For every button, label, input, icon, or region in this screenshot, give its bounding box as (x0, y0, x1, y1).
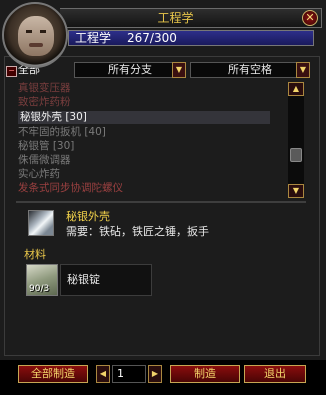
detail-requirements: 需要：铁砧，铁匠之锤，扳手 (66, 225, 209, 238)
reagent-count: 90/3 (29, 284, 50, 294)
chevron-down-icon[interactable]: ▼ (172, 62, 186, 78)
collapse-all-toggle[interactable]: − (6, 66, 17, 77)
recipe-row[interactable]: 实心炸药 (18, 168, 60, 181)
slot-value: 所有空格 (228, 63, 272, 76)
create-button[interactable]: 制造 (170, 365, 240, 383)
recipe-list: 真银变压器 致密炸药粉 秘银外壳 [30] 不牢固的扳机 [40] 秘银管 [3… (18, 82, 288, 198)
reagent-name: 秘银锭 (67, 273, 100, 286)
reagent-slot[interactable]: 90/3 秘银锭 (26, 264, 152, 296)
increment-button[interactable]: ▶ (148, 365, 162, 383)
recipe-row[interactable]: 侏儒微调器 (18, 154, 71, 167)
scroll-up-button[interactable]: ▲ (288, 82, 304, 96)
scroll-thumb[interactable] (290, 148, 302, 162)
skill-value: 267/300 (127, 31, 177, 45)
portrait-eye (26, 30, 32, 33)
recipe-row[interactable]: 真银变压器 (18, 82, 71, 95)
recipe-row[interactable]: 不牢固的扳机 [40] (18, 126, 106, 139)
portrait-face (18, 16, 54, 56)
subclass-value: 所有分支 (108, 63, 152, 76)
mithril-bar-icon[interactable]: 90/3 (26, 264, 58, 296)
exit-button[interactable]: 退出 (244, 365, 306, 383)
divider (16, 201, 306, 203)
portrait-eye (40, 30, 46, 33)
skill-rank-bar: 工程学 267/300 (68, 30, 314, 46)
create-all-button[interactable]: 全部制造 (18, 365, 88, 383)
subclass-dropdown[interactable]: 所有分支 ▼ (74, 62, 186, 78)
materials-label: 材料 (24, 248, 46, 261)
chevron-down-icon[interactable]: ▼ (296, 62, 310, 78)
close-button[interactable]: ✕ (302, 10, 318, 26)
scroll-down-button[interactable]: ▼ (288, 184, 304, 198)
recipe-row[interactable]: 秘银管 [30] (18, 140, 74, 153)
window-title: 工程学 (157, 11, 194, 25)
detail-item-name: 秘银外壳 (66, 210, 110, 223)
mithril-casing-icon[interactable] (28, 210, 54, 236)
slot-dropdown[interactable]: 所有空格 ▼ (190, 62, 310, 78)
quantity-input[interactable]: 1 (112, 365, 146, 383)
recipe-row-selected[interactable]: 秘银外壳 [30] (18, 111, 270, 124)
title-bar: 工程学 ✕ (60, 8, 322, 28)
skill-name: 工程学 (75, 31, 112, 45)
reagent-name-box: 秘银锭 (60, 264, 152, 296)
portrait-mouth (29, 43, 43, 47)
recipe-row[interactable]: 发条式同步协调陀螺仪 (18, 182, 123, 195)
decrement-button[interactable]: ◀ (96, 365, 110, 383)
recipe-scrollbar[interactable]: ▲ ▼ (288, 82, 304, 198)
recipe-row[interactable]: 致密炸药粉 (18, 96, 71, 109)
tradeskill-window: 工程学 ✕ 工程学 267/300 − 全部 所有分支 ▼ 所有空格 ▼ 真银变… (0, 0, 326, 395)
profession-portrait (2, 2, 68, 68)
